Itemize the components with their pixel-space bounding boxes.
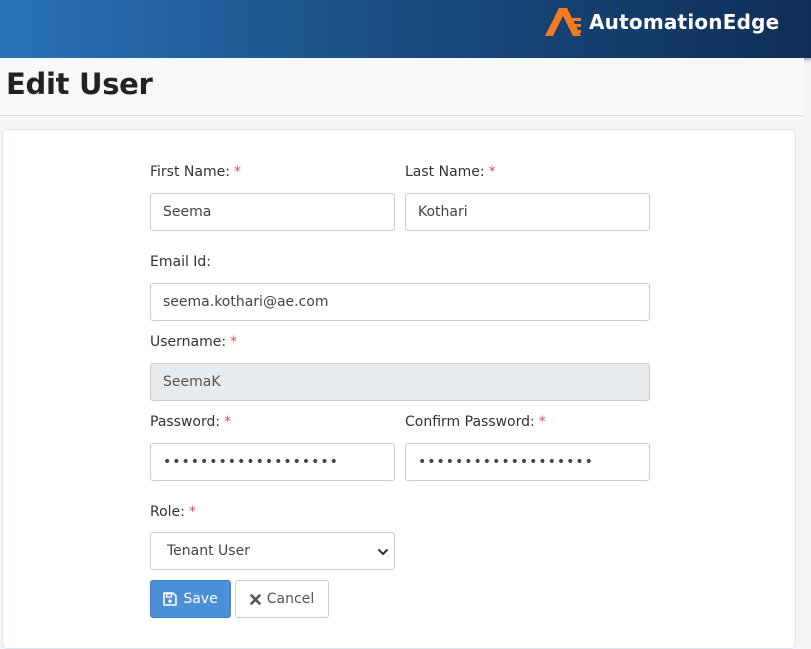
password-field[interactable]: [150, 443, 395, 481]
floppy-disk-icon: [163, 592, 178, 606]
chevron-down-icon: [378, 549, 388, 555]
cancel-button[interactable]: Cancel: [235, 580, 329, 618]
close-icon: [249, 593, 261, 605]
required-marker: *: [188, 504, 196, 520]
first-name-field[interactable]: [150, 193, 395, 231]
cancel-button-label: Cancel: [266, 591, 315, 607]
last-name-field[interactable]: [405, 193, 650, 231]
password-label: Password: *: [150, 414, 232, 430]
email-label: Email Id:: [150, 254, 212, 270]
brand-logo[interactable]: AutomationEdge: [543, 6, 779, 38]
save-button[interactable]: Save: [150, 580, 231, 618]
required-marker: *: [488, 164, 496, 180]
required-marker: *: [230, 334, 238, 350]
role-label: Role: *: [150, 504, 196, 520]
email-field[interactable]: [150, 283, 650, 321]
save-button-label: Save: [183, 591, 218, 607]
username-label: Username: *: [150, 334, 238, 350]
automationedge-logo-icon: [545, 8, 581, 36]
required-marker: *: [224, 414, 232, 430]
role-selected-value: Tenant User: [167, 543, 250, 559]
role-select[interactable]: Tenant User: [150, 532, 395, 570]
edit-user-form: First Name:* Last Name:* Email Id: Usern…: [2, 129, 796, 649]
confirm-password-label: Confirm Password: *: [405, 414, 546, 430]
top-navbar: AutomationEdge: [0, 0, 811, 58]
required-marker: *: [233, 164, 241, 180]
required-marker: *: [538, 414, 546, 430]
confirm-password-field[interactable]: [405, 443, 650, 481]
first-name-label: First Name: *: [150, 164, 241, 180]
brand-name: AutomationEdge: [589, 10, 780, 34]
page-header: Edit User: [0, 58, 804, 116]
username-field: [150, 363, 650, 401]
last-name-label: Last Name: *: [405, 164, 496, 180]
page-title: Edit User: [6, 67, 153, 101]
